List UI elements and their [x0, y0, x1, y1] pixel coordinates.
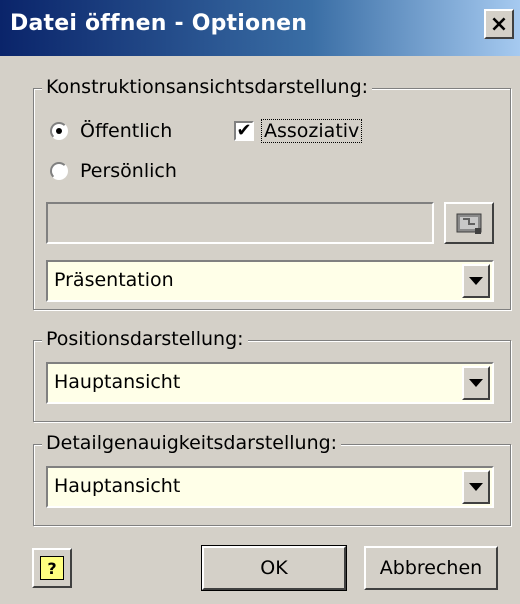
chevron-down-icon [469, 277, 483, 285]
path-field[interactable] [46, 202, 434, 244]
radio-oeffentlich-label: Öffentlich [80, 120, 173, 142]
dropdown-position-arrow[interactable] [462, 366, 490, 400]
radio-persoenlich-label: Persönlich [80, 160, 177, 182]
checkbox-assoziativ-label: Assoziativ [260, 119, 363, 143]
folder-browse-icon [456, 213, 482, 234]
chevron-down-icon [469, 379, 483, 387]
dropdown-position[interactable]: Hauptansicht [46, 362, 494, 404]
group-konstruktion-label: Konstruktionsansichtsdarstellung: [42, 76, 373, 98]
dropdown-detail[interactable]: Hauptansicht [46, 466, 494, 508]
dropdown-konstruktion-value: Präsentation [54, 269, 174, 291]
help-button[interactable]: ? [32, 548, 72, 588]
cancel-button-label: Abbrechen [379, 557, 483, 579]
checkbox-assoziativ[interactable]: ✔ Assoziativ [234, 119, 363, 143]
group-detail-label: Detailgenauigkeitsdarstellung: [42, 432, 342, 454]
ok-button-label: OK [260, 557, 288, 579]
title-bar: Datei öffnen - Optionen × [0, 0, 520, 56]
dropdown-konstruktion-arrow[interactable] [462, 264, 490, 298]
radio-persoenlich-indicator[interactable] [50, 162, 68, 180]
checkbox-assoziativ-box[interactable]: ✔ [234, 121, 254, 141]
dropdown-konstruktion[interactable]: Präsentation [46, 260, 494, 302]
close-button[interactable]: × [484, 9, 514, 39]
radio-oeffentlich-indicator[interactable] [50, 122, 68, 140]
help-icon-glyph: ? [47, 558, 57, 578]
dropdown-detail-value: Hauptansicht [54, 475, 181, 497]
cancel-button[interactable]: Abbrechen [364, 546, 498, 590]
dialog-window: Datei öffnen - Optionen × Konstruktionsa… [0, 0, 520, 604]
radio-persoenlich[interactable]: Persönlich [50, 160, 177, 182]
ok-button[interactable]: OK [201, 545, 347, 591]
help-icon: ? [40, 556, 64, 580]
chevron-down-icon [469, 483, 483, 491]
checkmark-icon: ✔ [236, 120, 252, 141]
browse-button[interactable] [444, 202, 494, 244]
close-icon: × [489, 11, 509, 37]
dropdown-detail-arrow[interactable] [462, 470, 490, 504]
dialog-title: Datei öffnen - Optionen [10, 11, 308, 36]
group-position-label: Positionsdarstellung: [42, 328, 248, 350]
radio-oeffentlich[interactable]: Öffentlich [50, 120, 172, 142]
dropdown-position-value: Hauptansicht [54, 371, 181, 393]
